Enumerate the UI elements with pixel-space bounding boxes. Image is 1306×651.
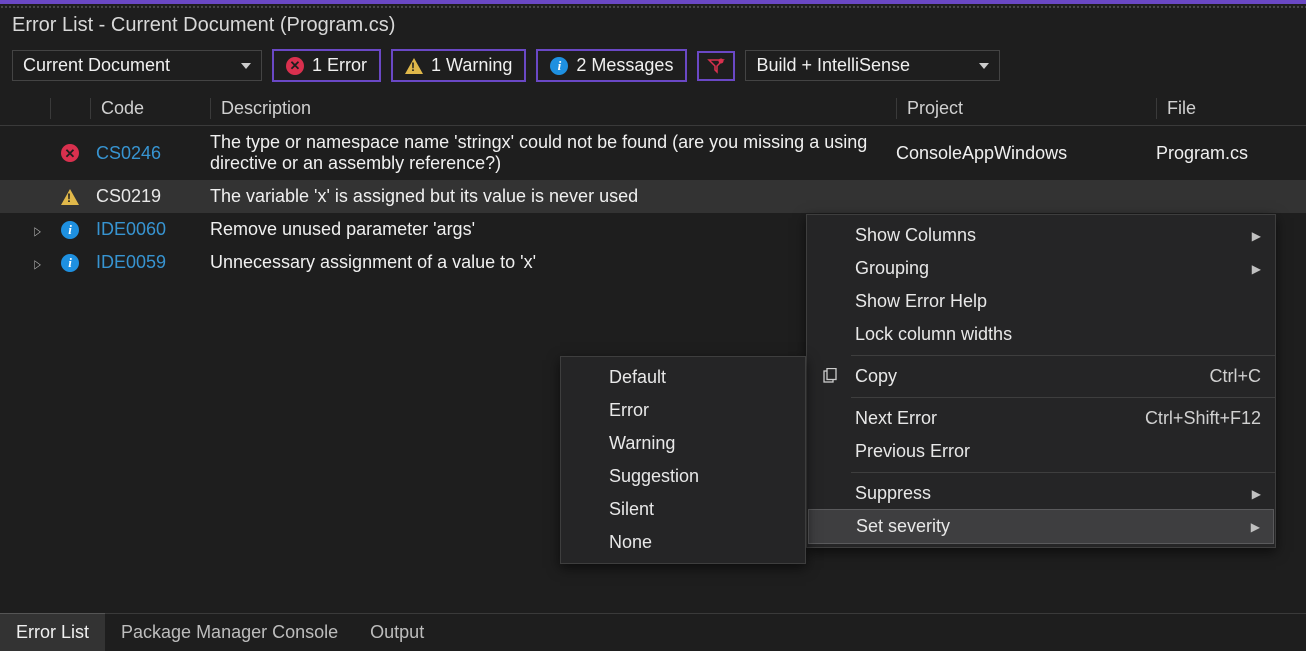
chevron-right-icon: ▶ [1252,262,1261,276]
error-project: ConsoleAppWindows [896,143,1156,164]
bottom-tabs: Error List Package Manager Console Outpu… [0,613,1306,651]
severity-suggestion[interactable]: Suggestion [561,460,805,493]
expand-icon[interactable]: ▷ [34,257,40,271]
chevron-right-icon: ▶ [1252,229,1261,243]
severity-error[interactable]: Error [561,394,805,427]
menu-next-error[interactable]: Next Error Ctrl+Shift+F12 [807,402,1275,435]
error-icon [286,57,304,75]
error-file: Program.cs [1156,143,1306,164]
severity-default[interactable]: Default [561,361,805,394]
filter-button[interactable] [697,51,735,81]
chevron-right-icon: ▶ [1251,520,1260,534]
source-dropdown[interactable]: Build + IntelliSense [745,50,1000,81]
column-header-project[interactable]: Project [896,98,1156,119]
messages-toggle[interactable]: 2 Messages [536,49,687,82]
severity-silent[interactable]: Silent [561,493,805,526]
scope-dropdown[interactable]: Current Document [12,50,262,81]
menu-set-severity[interactable]: Set severity ▶ [808,509,1274,544]
table-row[interactable]: CS0219 The variable 'x' is assigned but i… [0,180,1306,213]
error-code[interactable]: CS0219 [96,186,161,206]
errors-label: 1 Error [312,55,367,76]
column-header-code[interactable]: Code [90,98,210,119]
error-description: The variable 'x' is assigned but its val… [210,186,896,207]
warning-icon [405,58,423,74]
tab-package-manager-console[interactable]: Package Manager Console [105,614,354,651]
column-header-file[interactable]: File [1156,98,1306,119]
warnings-toggle[interactable]: 1 Warning [391,49,526,82]
chevron-down-icon [979,63,989,69]
errors-toggle[interactable]: 1 Error [272,49,381,82]
error-code[interactable]: CS0246 [96,143,161,163]
menu-separator [851,472,1275,473]
tab-output[interactable]: Output [354,614,440,651]
info-icon [550,57,568,75]
toolbar: Current Document 1 Error 1 Warning 2 Mes… [0,43,1306,92]
column-header-description[interactable]: Description [210,98,896,119]
info-icon [61,221,79,239]
error-description: Unnecessary assignment of a value to 'x' [210,252,896,273]
expand-icon[interactable]: ▷ [34,224,40,238]
menu-grouping[interactable]: Grouping ▶ [807,252,1275,285]
menu-lock-column-widths[interactable]: Lock column widths [807,318,1275,351]
menu-suppress[interactable]: Suppress ▶ [807,477,1275,510]
tab-error-list[interactable]: Error List [0,613,105,651]
error-code[interactable]: IDE0060 [96,219,166,239]
shortcut-label: Ctrl+C [1179,366,1261,387]
chevron-down-icon [241,63,251,69]
error-description: The type or namespace name 'stringx' cou… [210,132,896,174]
panel-title: Error List - Current Document (Program.c… [0,8,1306,43]
error-icon [61,144,79,162]
error-description: Remove unused parameter 'args' [210,219,896,240]
info-icon [61,254,79,272]
menu-separator [851,397,1275,398]
severity-none[interactable]: None [561,526,805,559]
severity-submenu: Default Error Warning Suggestion Silent … [560,356,806,564]
menu-copy[interactable]: Copy Ctrl+C [807,360,1275,393]
menu-previous-error[interactable]: Previous Error [807,435,1275,468]
source-dropdown-label: Build + IntelliSense [756,55,910,76]
copy-icon [821,368,839,386]
error-code[interactable]: IDE0059 [96,252,166,272]
severity-warning[interactable]: Warning [561,427,805,460]
menu-separator [851,355,1275,356]
context-menu: Show Columns ▶ Grouping ▶ Show Error Hel… [806,214,1276,548]
warnings-label: 1 Warning [431,55,512,76]
table-row[interactable]: CS0246 The type or namespace name 'string… [0,126,1306,180]
menu-show-columns[interactable]: Show Columns ▶ [807,219,1275,252]
chevron-right-icon: ▶ [1252,487,1261,501]
shortcut-label: Ctrl+Shift+F12 [1115,408,1261,429]
table-header: Code Description Project File [0,92,1306,126]
warning-icon [61,189,79,205]
scope-dropdown-label: Current Document [23,55,170,76]
messages-label: 2 Messages [576,55,673,76]
filter-icon [707,57,725,75]
menu-show-error-help[interactable]: Show Error Help [807,285,1275,318]
